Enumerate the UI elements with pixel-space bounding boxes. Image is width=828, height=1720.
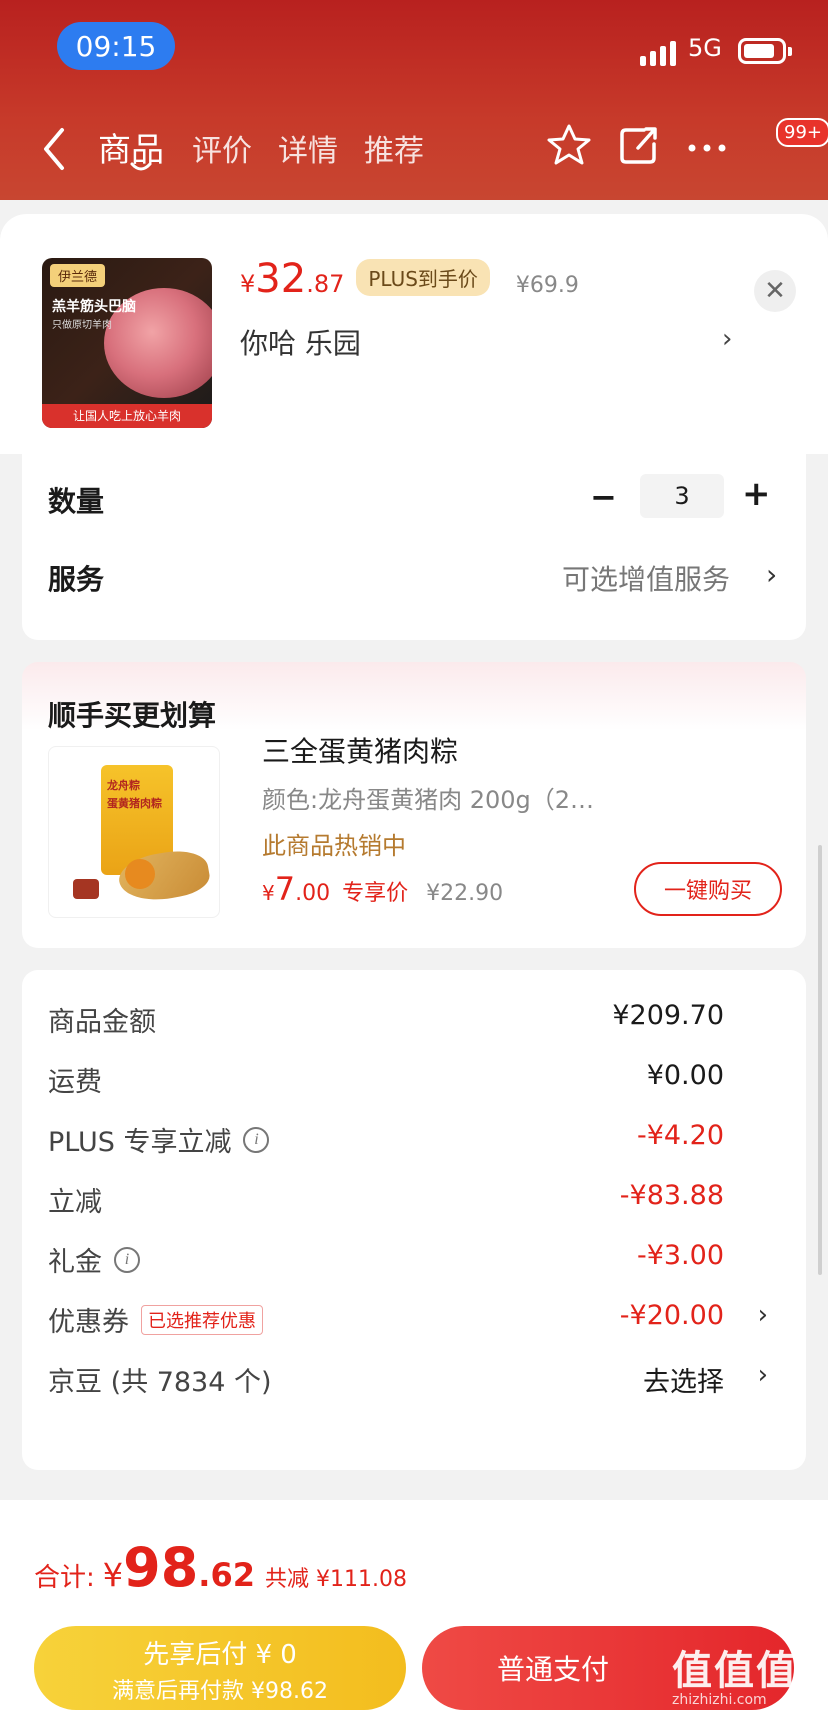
checkout-bar: 合计: ¥ 98 .62 共减 ¥111.08 先享后付 ¥ 0 满意后再付款 … <box>0 1500 828 1720</box>
chevron-right-icon[interactable]: › <box>722 324 732 354</box>
exclusive-price-label: 专享价 <box>342 881 409 906</box>
fee-label: 优惠券 <box>48 1307 129 1338</box>
service-label: 服务 <box>48 563 105 596</box>
fee-label: 运费 <box>48 1067 102 1098</box>
fee-row-instant-discount: 立减 -¥83.88 <box>48 1180 788 1220</box>
recommend-card: 顺手买更划算 龙舟粽 蛋黄猪肉粽 三全蛋黄猪肉粽 颜色:龙舟蛋黄猪肉 200g（… <box>22 662 806 948</box>
quantity-service-card: 数量 − 3 + 服务 可选增值服务 › <box>22 454 806 640</box>
tab-recommend[interactable]: 推荐 <box>364 126 424 170</box>
product-price: ¥ 32 .87 PLUS到手价 ¥69.9 <box>240 256 579 302</box>
fee-value: ¥209.70 <box>612 1000 724 1031</box>
egg-yolk <box>125 859 155 889</box>
fee-label: PLUS 专享立减 <box>48 1127 232 1158</box>
favorite-star-icon[interactable] <box>544 120 594 170</box>
quantity-plus-button[interactable]: + <box>742 474 771 514</box>
watermark-url: zhizhizhi.com <box>672 1692 767 1708</box>
selected-spec[interactable]: 你哈 乐园 <box>240 322 361 362</box>
rec-price-decimal: .00 <box>295 881 331 906</box>
quantity-label: 数量 <box>48 485 105 518</box>
fee-breakdown-card: 商品金额 ¥209.70 运费 ¥0.00 PLUS 专享立减 i -¥4.20 … <box>22 970 806 1470</box>
fee-row-coupon[interactable]: 优惠券 已选推荐优惠 -¥20.00 › <box>48 1300 788 1340</box>
total-label: 合计: <box>34 1563 95 1593</box>
fee-value: ¥0.00 <box>646 1060 724 1091</box>
chevron-right-icon[interactable]: › <box>758 1360 768 1390</box>
thumbnail-subtitle: 只做原切羊肉 <box>52 320 112 331</box>
fee-row-jingdou[interactable]: 京豆 (共 7834 个) 去选择 › <box>48 1360 788 1400</box>
fee-value[interactable]: 去选择 <box>643 1360 724 1399</box>
thumbnail-title: 羔羊筋头巴脑 <box>52 299 136 315</box>
fee-label: 礼金 <box>48 1247 102 1278</box>
order-sheet: 伊兰德 羔羊筋头巴脑 只做原切羊肉 让国人吃上放心羊肉 ¥ 32 .87 PLU… <box>0 214 828 1720</box>
fee-value: -¥83.88 <box>619 1180 724 1211</box>
recommend-title: 顺手买更划算 <box>48 699 217 732</box>
total-integer: 98 <box>123 1536 199 1599</box>
recommend-name[interactable]: 三全蛋黄猪肉粽 <box>262 730 458 770</box>
original-price: ¥69.9 <box>515 273 579 298</box>
more-icon[interactable] <box>682 120 732 170</box>
price-integer: 32 <box>255 256 307 302</box>
status-bar: 09:15 5G <box>0 0 828 100</box>
close-icon[interactable]: ✕ <box>754 270 796 312</box>
thumbnail-footer: 让国人吃上放心羊肉 <box>42 404 212 428</box>
product-header: 伊兰德 羔羊筋头巴脑 只做原切羊肉 让国人吃上放心羊肉 ¥ 32 .87 PLU… <box>0 214 828 454</box>
pork-piece <box>73 879 99 899</box>
message-badge: 99+ <box>776 118 828 147</box>
rec-original-price: ¥22.90 <box>426 881 504 906</box>
recommend-product-image[interactable]: 龙舟粽 蛋黄猪肉粽 <box>48 746 220 918</box>
chevron-right-icon[interactable]: › <box>758 1300 768 1330</box>
price-currency: ¥ <box>240 270 256 298</box>
recommend-spec: 颜色:龙舟蛋黄猪肉 200g（2… <box>262 786 595 814</box>
fee-label: 商品金额 <box>48 1007 156 1038</box>
total-saved: 共减 ¥111.08 <box>264 1567 407 1592</box>
pay-later-button[interactable]: 先享后付 ¥ 0 满意后再付款 ¥98.62 <box>34 1626 406 1710</box>
status-time: 09:15 <box>57 22 175 70</box>
fee-row-goods: 商品金额 ¥209.70 <box>48 1000 788 1040</box>
fee-row-plus-discount: PLUS 专享立减 i -¥4.20 <box>48 1120 788 1160</box>
recommend-hot: 此商品热销中 <box>262 832 406 860</box>
rec-price-currency: ¥ <box>262 881 275 905</box>
chevron-right-icon[interactable]: › <box>766 558 777 591</box>
product-thumbnail[interactable]: 伊兰德 羔羊筋头巴脑 只做原切羊肉 让国人吃上放心羊肉 <box>42 258 212 428</box>
signal-icon <box>640 38 676 66</box>
fee-value: -¥3.00 <box>636 1240 724 1271</box>
pay-later-line1: 先享后付 ¥ 0 <box>143 1640 297 1670</box>
network-type: 5G <box>688 34 722 62</box>
fee-value: -¥4.20 <box>636 1120 724 1151</box>
tab-details[interactable]: 详情 <box>278 126 338 170</box>
price-decimal: .87 <box>306 270 345 298</box>
bag-brand: 龙舟粽 <box>107 779 140 792</box>
fee-row-gift-cash: 礼金 i -¥3.00 <box>48 1240 788 1280</box>
pay-later-line2: 满意后再付款 ¥98.62 <box>112 1679 328 1704</box>
scrollbar[interactable] <box>818 845 822 1275</box>
rec-price-integer: 7 <box>274 870 296 908</box>
share-icon[interactable] <box>614 120 664 170</box>
recommend-price: ¥ 7 .00 专享价 ¥22.90 <box>262 870 503 908</box>
total-amount: 合计: ¥ 98 .62 共减 ¥111.08 <box>34 1536 407 1599</box>
normal-pay-label: 普通支付 <box>496 1653 609 1686</box>
fee-label: 京豆 (共 7834 个) <box>48 1367 272 1398</box>
total-decimal: .62 <box>198 1556 255 1594</box>
nav-bar: 商品 评价 详情 推荐 99+ <box>0 110 828 190</box>
quantity-input[interactable]: 3 <box>640 474 724 518</box>
coupon-tag: 已选推荐优惠 <box>141 1304 263 1335</box>
thumbnail-brand: 伊兰德 <box>50 264 106 287</box>
tab-reviews[interactable]: 评价 <box>192 126 252 170</box>
one-click-buy-button[interactable]: 一键购买 <box>634 862 782 916</box>
total-currency: ¥ <box>102 1556 124 1594</box>
info-icon[interactable]: i <box>243 1126 270 1153</box>
fee-row-shipping: 运费 ¥0.00 <box>48 1060 788 1100</box>
battery-icon <box>738 38 792 64</box>
fee-value: -¥20.00 <box>619 1300 724 1331</box>
back-icon[interactable] <box>40 124 80 174</box>
fee-label: 立减 <box>48 1187 102 1218</box>
header: 09:15 5G 商品 评价 详情 推荐 99+ <box>0 0 828 200</box>
active-tab-indicator <box>130 162 152 171</box>
watermark-logo: 值值值 <box>672 1648 798 1694</box>
info-icon[interactable]: i <box>114 1246 140 1273</box>
quantity-minus-button[interactable]: − <box>590 478 617 516</box>
bag-text: 蛋黄猪肉粽 <box>107 797 162 810</box>
plus-price-tag: PLUS到手价 <box>356 259 490 296</box>
service-value[interactable]: 可选增值服务 <box>562 558 730 598</box>
